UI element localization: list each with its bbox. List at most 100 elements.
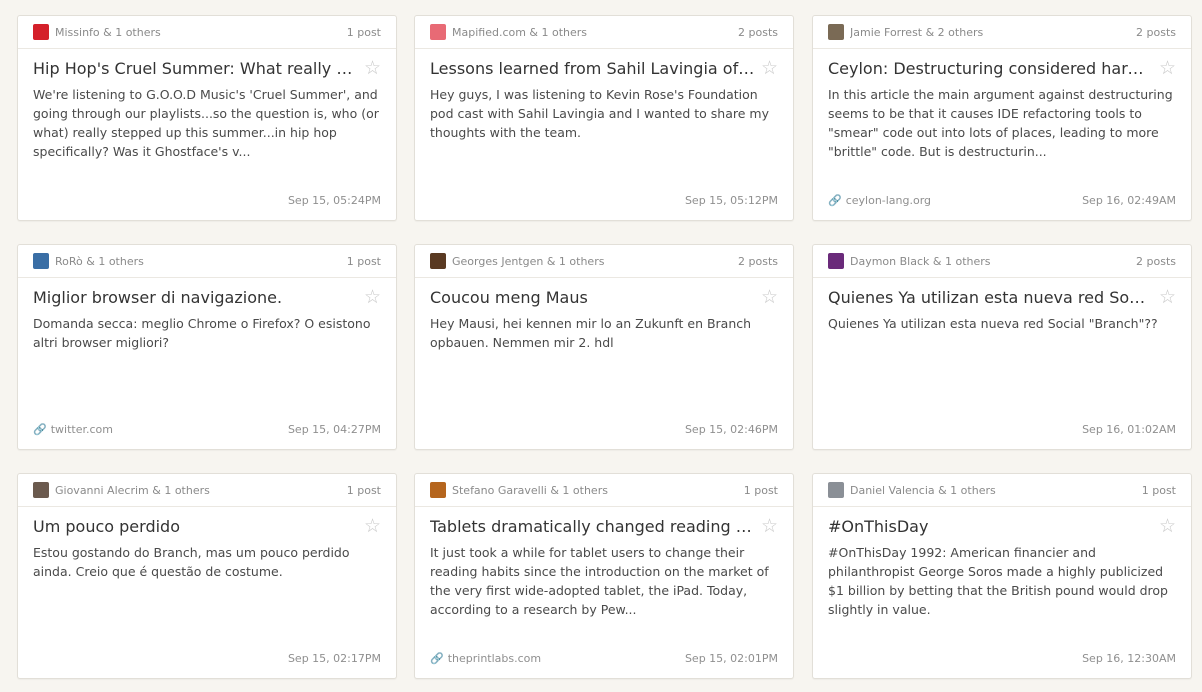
avatar[interactable]	[33, 482, 49, 498]
post-count: 1 post	[1141, 483, 1176, 497]
card-title[interactable]: Hip Hop's Cruel Summer: What really st..…	[33, 59, 364, 78]
conversation-card[interactable]: Mapified.com & 1 others 2 posts Lessons …	[414, 15, 794, 221]
card-excerpt: We're listening to G.O.O.D Music's 'Crue…	[33, 87, 379, 159]
card-header: Jamie Forrest & 2 others 2 posts	[813, 16, 1191, 49]
card-title[interactable]: Miglior browser di navigazione.	[33, 288, 364, 307]
post-count: 1 post	[743, 483, 778, 497]
participants-label[interactable]: Stefano Garavelli & 1 others	[452, 484, 744, 497]
participants-label[interactable]: Georges Jentgen & 1 others	[452, 255, 738, 268]
timestamp: Sep 16, 12:30AM	[1082, 652, 1176, 665]
title-row: Ceylon: Destructuring considered harm...…	[813, 59, 1191, 79]
title-row: Tablets dramatically changed reading ha.…	[415, 517, 793, 537]
star-icon[interactable]: ☆	[364, 517, 381, 536]
card-title[interactable]: Quienes Ya utilizan esta nueva red Socia…	[828, 288, 1159, 307]
card-title[interactable]: Um pouco perdido	[33, 517, 364, 536]
title-row: Lessons learned from Sahil Lavingia of G…	[415, 59, 793, 79]
avatar[interactable]	[33, 253, 49, 269]
timestamp: Sep 15, 02:01PM	[684, 652, 778, 665]
card-excerpt: Hey Mausi, hei kennen mir lo an Zukunft …	[430, 316, 752, 350]
title-row: Hip Hop's Cruel Summer: What really st..…	[18, 59, 396, 79]
card-excerpt: Hey guys, I was listening to Kevin Rose'…	[430, 87, 769, 140]
participants-label[interactable]: Daymon Black & 1 others	[850, 255, 1136, 268]
source-link[interactable]: 🔗 theprintlabs.com	[430, 652, 541, 665]
source-link[interactable]: 🔗 twitter.com	[33, 423, 113, 436]
participants-label[interactable]: Mapified.com & 1 others	[452, 26, 738, 39]
source-link[interactable]: 🔗 ceylon-lang.org	[828, 194, 931, 207]
card-footer: 🔗 Sep 15, 02:46PM	[430, 423, 778, 436]
participants-label[interactable]: Daniel Valencia & 1 others	[850, 484, 1142, 497]
conversation-card[interactable]: Georges Jentgen & 1 others 2 posts Couco…	[414, 244, 794, 450]
card-title[interactable]: Ceylon: Destructuring considered harm...	[828, 59, 1159, 78]
card-footer: 🔗 twitter.com Sep 15, 04:27PM	[33, 423, 381, 436]
star-icon[interactable]: ☆	[1159, 59, 1176, 78]
post-count: 2 posts	[1136, 25, 1176, 39]
card-footer: 🔗 Sep 16, 12:30AM	[828, 652, 1176, 665]
avatar[interactable]	[33, 24, 49, 40]
avatar[interactable]	[828, 24, 844, 40]
post-count: 1 post	[346, 483, 381, 497]
participants-label[interactable]: RoRò & 1 others	[55, 255, 347, 268]
post-count: 2 posts	[738, 254, 778, 268]
conversation-card[interactable]: Giovanni Alecrim & 1 others 1 post Um po…	[17, 473, 397, 679]
card-footer: 🔗 ceylon-lang.org Sep 16, 02:49AM	[828, 194, 1176, 207]
card-header: RoRò & 1 others 1 post	[18, 245, 396, 278]
card-header: Missinfo & 1 others 1 post	[18, 16, 396, 49]
star-icon[interactable]: ☆	[364, 59, 381, 78]
card-header: Daniel Valencia & 1 others 1 post	[813, 474, 1191, 507]
card-header: Giovanni Alecrim & 1 others 1 post	[18, 474, 396, 507]
avatar[interactable]	[828, 482, 844, 498]
link-icon: 🔗	[33, 423, 47, 436]
conversation-card[interactable]: Daniel Valencia & 1 others 1 post #OnThi…	[812, 473, 1192, 679]
card-excerpt: Quienes Ya utilizan esta nueva red Socia…	[828, 316, 1158, 331]
star-icon[interactable]: ☆	[364, 288, 381, 307]
card-title[interactable]: Coucou meng Maus	[430, 288, 761, 307]
card-excerpt: In this article the main argument agains…	[828, 87, 1173, 159]
card-title[interactable]: #OnThisDay	[828, 517, 1159, 536]
title-row: Um pouco perdido ☆	[18, 517, 396, 537]
link-icon: 🔗	[828, 194, 842, 207]
conversation-card[interactable]: RoRò & 1 others 1 post Miglior browser d…	[17, 244, 397, 450]
star-icon[interactable]: ☆	[761, 59, 778, 78]
timestamp: Sep 16, 01:02AM	[1082, 423, 1176, 436]
source-link-label[interactable]: theprintlabs.com	[448, 652, 541, 665]
card-footer: 🔗 Sep 16, 01:02AM	[828, 423, 1176, 436]
star-icon[interactable]: ☆	[1159, 288, 1176, 307]
timestamp: Sep 15, 04:27PM	[287, 423, 381, 436]
timestamp: Sep 15, 02:17PM	[287, 652, 381, 665]
timestamp: Sep 15, 02:46PM	[684, 423, 778, 436]
star-icon[interactable]: ☆	[761, 288, 778, 307]
participants-label[interactable]: Giovanni Alecrim & 1 others	[55, 484, 347, 497]
conversation-card[interactable]: Missinfo & 1 others 1 post Hip Hop's Cru…	[17, 15, 397, 221]
card-header: Daymon Black & 1 others 2 posts	[813, 245, 1191, 278]
post-count: 1 post	[346, 25, 381, 39]
timestamp: Sep 15, 05:24PM	[287, 194, 381, 207]
card-footer: 🔗 Sep 15, 05:12PM	[430, 194, 778, 207]
card-excerpt: Domanda secca: meglio Chrome o Firefox? …	[33, 316, 371, 350]
post-count: 2 posts	[1136, 254, 1176, 268]
conversation-card[interactable]: Stefano Garavelli & 1 others 1 post Tabl…	[414, 473, 794, 679]
avatar[interactable]	[430, 253, 446, 269]
participants-label[interactable]: Missinfo & 1 others	[55, 26, 347, 39]
card-title[interactable]: Tablets dramatically changed reading ha.…	[430, 517, 761, 536]
title-row: Coucou meng Maus ☆	[415, 288, 793, 308]
participants-label[interactable]: Jamie Forrest & 2 others	[850, 26, 1136, 39]
title-row: Quienes Ya utilizan esta nueva red Socia…	[813, 288, 1191, 308]
source-link-label[interactable]: twitter.com	[51, 423, 113, 436]
card-title[interactable]: Lessons learned from Sahil Lavingia of G…	[430, 59, 761, 78]
title-row: #OnThisDay ☆	[813, 517, 1191, 537]
post-count: 1 post	[346, 254, 381, 268]
conversation-card[interactable]: Jamie Forrest & 2 others 2 posts Ceylon:…	[812, 15, 1192, 221]
star-icon[interactable]: ☆	[761, 517, 778, 536]
source-link-label[interactable]: ceylon-lang.org	[846, 194, 931, 207]
timestamp: Sep 16, 02:49AM	[1082, 194, 1176, 207]
star-icon[interactable]: ☆	[1159, 517, 1176, 536]
avatar[interactable]	[430, 482, 446, 498]
title-row: Miglior browser di navigazione. ☆	[18, 288, 396, 308]
avatar[interactable]	[430, 24, 446, 40]
conversation-card[interactable]: Daymon Black & 1 others 2 posts Quienes …	[812, 244, 1192, 450]
avatar[interactable]	[828, 253, 844, 269]
card-footer: 🔗 theprintlabs.com Sep 15, 02:01PM	[430, 652, 778, 665]
card-excerpt: #OnThisDay 1992: American financier and …	[828, 545, 1168, 617]
card-excerpt: It just took a while for tablet users to…	[430, 545, 769, 617]
card-header: Georges Jentgen & 1 others 2 posts	[415, 245, 793, 278]
